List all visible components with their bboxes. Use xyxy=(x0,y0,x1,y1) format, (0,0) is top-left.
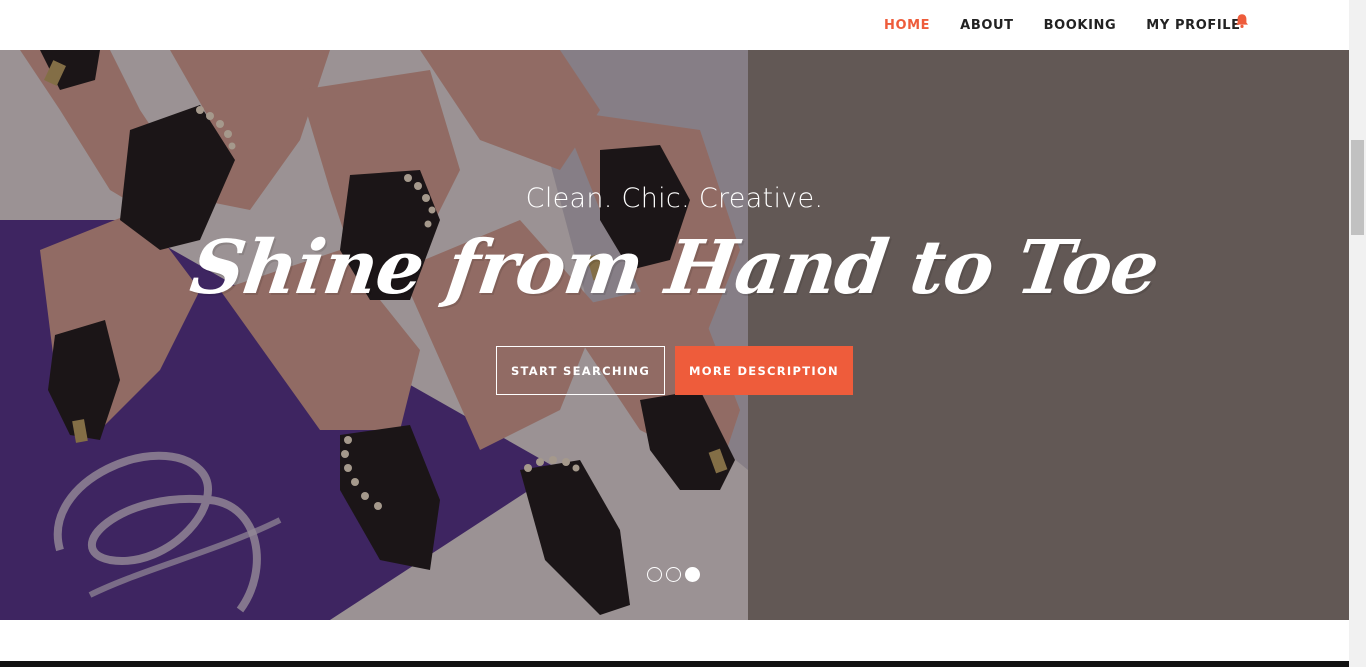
slide-dot-1[interactable] xyxy=(647,567,662,582)
hero-headline: Shine from Hand to Toe xyxy=(185,225,1164,311)
page: HOME ABOUT BOOKING MY PROFILE Clean. Chi… xyxy=(0,0,1366,667)
hero-slider: Clean. Chic. Creative. Shine from Hand t… xyxy=(0,50,1349,620)
start-searching-button[interactable]: START SEARCHING xyxy=(496,346,665,395)
next-section-edge xyxy=(0,661,1349,667)
nav-home-link[interactable]: HOME xyxy=(869,18,945,33)
slide-dot-2[interactable] xyxy=(666,567,681,582)
nav-booking-link[interactable]: BOOKING xyxy=(1029,18,1132,33)
hero-tagline: Clean. Chic. Creative. xyxy=(525,183,824,214)
bell-icon[interactable] xyxy=(1235,13,1249,29)
nav-menu: HOME ABOUT BOOKING MY PROFILE xyxy=(869,0,1256,50)
vertical-scrollbar[interactable] xyxy=(1349,0,1366,667)
slide-dot-3-active[interactable] xyxy=(685,567,700,582)
slider-pagination xyxy=(647,567,700,582)
more-description-button[interactable]: MORE DESCRIPTION xyxy=(675,346,853,395)
scrollbar-thumb[interactable] xyxy=(1351,140,1364,235)
nav-about-link[interactable]: ABOUT xyxy=(945,18,1028,33)
top-navbar: HOME ABOUT BOOKING MY PROFILE xyxy=(0,0,1349,50)
hero-content: Clean. Chic. Creative. Shine from Hand t… xyxy=(0,50,1349,620)
